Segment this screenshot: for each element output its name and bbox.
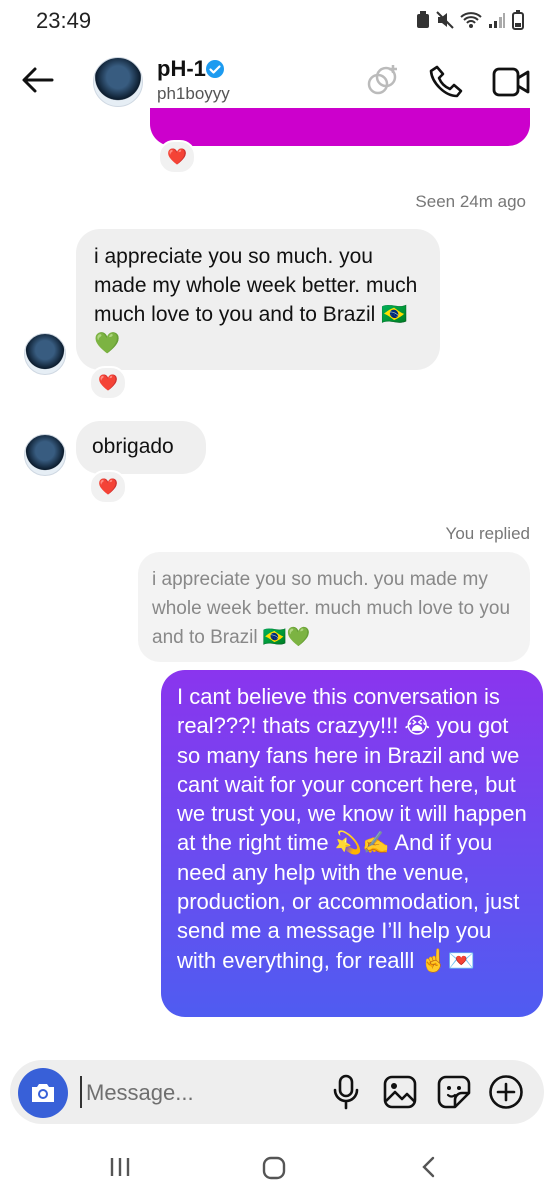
sender-avatar[interactable] [24,434,66,476]
home-icon[interactable] [262,1156,286,1180]
reaction-heart[interactable]: ❤️ [89,366,127,400]
effects-icon[interactable] [363,62,403,102]
phone-icon[interactable] [428,64,464,100]
outgoing-message[interactable]: I cant believe this conversation is real… [161,670,543,1017]
reaction-heart[interactable]: ❤️ [158,140,196,174]
mute-icon [436,11,454,29]
gallery-icon[interactable] [382,1074,418,1110]
video-camera-icon[interactable] [492,66,530,98]
contact-avatar[interactable] [93,57,143,107]
contact-handle[interactable]: ph1boyyy [157,84,230,104]
microphone-icon[interactable] [330,1074,362,1110]
status-time: 23:49 [36,8,92,33]
contact-name[interactable]: pH-1 [157,56,206,82]
incoming-message[interactable]: i appreciate you so much. you made my wh… [76,229,440,370]
sender-avatar[interactable] [24,333,66,375]
quoted-message[interactable]: i appreciate you so much. you made my wh… [138,552,530,662]
message-input[interactable] [84,1072,308,1114]
plus-circle-icon[interactable] [488,1074,524,1110]
verified-badge-icon [206,60,224,78]
recents-icon[interactable] [108,1156,132,1178]
seen-status: Seen 24m ago [415,192,526,211]
camera-icon [32,1084,54,1102]
wifi-icon [460,12,482,28]
notification-icon [417,11,429,28]
text-cursor [80,1076,82,1108]
reaction-heart[interactable]: ❤️ [89,470,127,504]
nav-back-icon[interactable] [420,1156,438,1178]
previous-message-bubble[interactable] [150,108,530,146]
incoming-message[interactable]: obrigado [76,421,206,474]
signal-icon [489,13,505,28]
battery-icon [512,10,524,30]
camera-button[interactable] [18,1068,68,1118]
replied-label: You replied [445,524,530,543]
status-icons [416,10,524,30]
back-arrow-icon[interactable] [20,62,56,98]
sticker-icon[interactable] [436,1074,472,1110]
